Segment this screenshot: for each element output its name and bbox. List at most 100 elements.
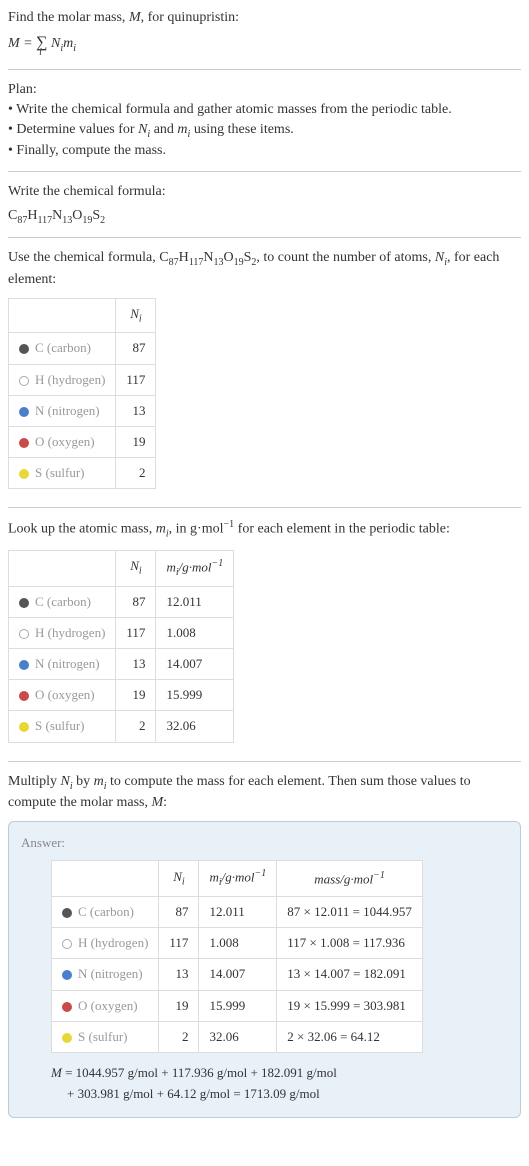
m-value: 1.008 bbox=[199, 928, 277, 959]
m-value: 12.011 bbox=[156, 586, 234, 617]
answer-table: Ni mi/g·mol−1 mass/g·mol−1 C (carbon)871… bbox=[51, 860, 423, 1053]
element-cell: S (sulfur) bbox=[9, 711, 116, 742]
count-value: 2 bbox=[116, 458, 156, 489]
carbon-dot-icon bbox=[19, 598, 29, 608]
table-row: H (hydrogen)117 bbox=[9, 364, 156, 395]
hydrogen-dot-icon bbox=[19, 376, 29, 386]
mult-m: m bbox=[94, 774, 104, 789]
table-header-row: Ni bbox=[9, 298, 156, 333]
hydrogen-dot-icon bbox=[62, 939, 72, 949]
table-row: O (oxygen)1915.99919 × 15.999 = 303.981 bbox=[52, 990, 423, 1021]
m-value: 14.007 bbox=[199, 959, 277, 990]
element-cell: N (nitrogen) bbox=[9, 395, 116, 426]
calc-value: 19 × 15.999 = 303.981 bbox=[277, 990, 423, 1021]
element-cell: N (nitrogen) bbox=[52, 959, 159, 990]
sulfur-dot-icon bbox=[62, 1033, 72, 1043]
table-row: N (nitrogen)1314.007 bbox=[9, 649, 234, 680]
formula-eq: = bbox=[20, 36, 36, 51]
mult-M: M bbox=[151, 795, 163, 810]
lookup-table: Ni mi/g·mol−1 C (carbon)8712.011 H (hydr… bbox=[8, 550, 234, 743]
n-value: 19 bbox=[116, 680, 156, 711]
lookup-text-c: for each element in the periodic table: bbox=[234, 522, 450, 537]
count-value: 13 bbox=[116, 395, 156, 426]
lookup-text: Look up the atomic mass, mi, in g·mol−1 … bbox=[8, 518, 521, 541]
chem-O: O bbox=[72, 208, 82, 223]
empty-header bbox=[52, 861, 159, 897]
plan-b2-end: using these items. bbox=[190, 122, 293, 137]
plan-bullet-3: • Finally, compute the mass. bbox=[8, 141, 521, 161]
chem-title: Write the chemical formula: bbox=[8, 182, 521, 202]
m-value: 12.011 bbox=[199, 897, 277, 928]
header-Ni: Ni bbox=[116, 298, 156, 333]
chem-S-n: 2 bbox=[100, 214, 105, 225]
m-value: 15.999 bbox=[156, 680, 234, 711]
n-value: 117 bbox=[159, 928, 199, 959]
element-cell: C (carbon) bbox=[9, 333, 116, 364]
plan-b2-a: • Determine values for bbox=[8, 122, 138, 137]
table-row: C (carbon)8712.011 bbox=[9, 586, 234, 617]
m-value: 15.999 bbox=[199, 990, 277, 1021]
answer-label: Answer: bbox=[21, 834, 508, 852]
chem-C: C bbox=[8, 208, 17, 223]
header-Ni: Ni bbox=[116, 550, 156, 586]
element-cell: O (oxygen) bbox=[9, 426, 116, 457]
header-mi: mi/g·mol−1 bbox=[156, 550, 234, 586]
oxygen-dot-icon bbox=[19, 691, 29, 701]
formula-N: N bbox=[48, 36, 61, 51]
mult-N: N bbox=[61, 774, 70, 789]
formula-m-sub: i bbox=[73, 42, 76, 53]
element-cell: N (nitrogen) bbox=[9, 649, 116, 680]
count-text-a: Use the chemical formula, bbox=[8, 250, 159, 265]
n-value: 19 bbox=[159, 990, 199, 1021]
lookup-section: Look up the atomic mass, mi, in g·mol−1 … bbox=[8, 518, 521, 761]
chem-H: H bbox=[27, 208, 37, 223]
carbon-dot-icon bbox=[62, 908, 72, 918]
multiply-section: Multiply Ni by mi to compute the mass fo… bbox=[8, 772, 521, 1118]
table-row: N (nitrogen)1314.00713 × 14.007 = 182.09… bbox=[52, 959, 423, 990]
count-text-b: , to count the number of atoms, bbox=[256, 250, 434, 265]
mult-a: Multiply bbox=[8, 774, 61, 789]
count-formula: C87H117N13O19S2 bbox=[159, 250, 256, 265]
empty-header bbox=[9, 550, 116, 586]
n-value: 87 bbox=[159, 897, 199, 928]
element-cell: H (hydrogen) bbox=[9, 617, 116, 648]
chem-S: S bbox=[92, 208, 100, 223]
intro-var-M: M bbox=[129, 10, 141, 25]
n-value: 117 bbox=[116, 617, 156, 648]
table-row: O (oxygen)1915.999 bbox=[9, 680, 234, 711]
table-row: S (sulfur)232.06 bbox=[9, 711, 234, 742]
count-N: N bbox=[435, 250, 444, 265]
element-cell: S (sulfur) bbox=[52, 1021, 159, 1052]
element-cell: O (oxygen) bbox=[52, 990, 159, 1021]
n-value: 87 bbox=[116, 586, 156, 617]
header-mass: mass/g·mol−1 bbox=[277, 861, 423, 897]
formula-m: m bbox=[63, 36, 73, 51]
table-row: C (carbon)87 bbox=[9, 333, 156, 364]
n-value: 13 bbox=[116, 649, 156, 680]
table-row: C (carbon)8712.01187 × 12.011 = 1044.957 bbox=[52, 897, 423, 928]
carbon-dot-icon bbox=[19, 344, 29, 354]
lookup-m: m bbox=[156, 522, 166, 537]
formula-sum-sub: i bbox=[39, 46, 42, 60]
element-cell: H (hydrogen) bbox=[9, 364, 116, 395]
plan-title: Plan: bbox=[8, 80, 521, 100]
plan-section: Plan: • Write the chemical formula and g… bbox=[8, 80, 521, 172]
plan-b2-m: m bbox=[177, 122, 187, 137]
m-value: 32.06 bbox=[199, 1021, 277, 1052]
final-line-1: = 1044.957 g/mol + 117.936 g/mol + 182.0… bbox=[62, 1065, 337, 1080]
chemical-formula: C87H117N13O19S2 bbox=[8, 206, 521, 228]
empty-header bbox=[9, 298, 116, 333]
count-value: 117 bbox=[116, 364, 156, 395]
chem-O-n: 19 bbox=[82, 214, 92, 225]
table-row: H (hydrogen)1171.008 bbox=[9, 617, 234, 648]
table-header-row: Ni mi/g·mol−1 mass/g·mol−1 bbox=[52, 861, 423, 897]
plan-bullet-2: • Determine values for Ni and mi using t… bbox=[8, 120, 521, 142]
header-Ni: Ni bbox=[159, 861, 199, 897]
nitrogen-dot-icon bbox=[62, 970, 72, 980]
plan-bullet-1: • Write the chemical formula and gather … bbox=[8, 100, 521, 120]
count-value: 19 bbox=[116, 426, 156, 457]
m-value: 1.008 bbox=[156, 617, 234, 648]
multiply-text: Multiply Ni by mi to compute the mass fo… bbox=[8, 772, 521, 813]
plan-b2-and: and bbox=[150, 122, 177, 137]
chem-C-n: 87 bbox=[17, 214, 27, 225]
